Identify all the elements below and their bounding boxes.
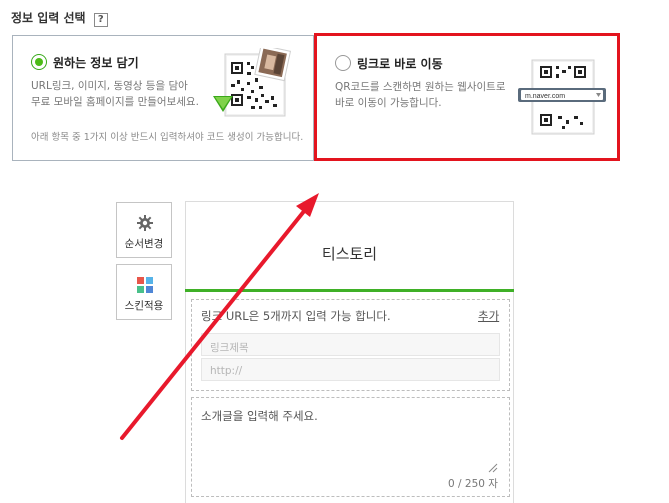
link-url-input[interactable]: http://	[201, 358, 500, 381]
qr-content-illustration	[213, 48, 293, 118]
resize-handle-icon[interactable]	[488, 463, 498, 473]
intro-textarea[interactable]: 소개글을 입력해 주세요. 0 / 250 자	[191, 397, 510, 497]
link-info-text: 링크 URL은 5개까지 입력 가능 합니다.	[201, 309, 391, 323]
char-counter: 0 / 250 자	[448, 478, 498, 490]
option-card-content[interactable]: 원하는 정보 담기 URL링크, 이미지, 동영상 등을 담아 무료 모바일 홈…	[12, 35, 314, 161]
gear-icon	[137, 215, 153, 231]
editor-title[interactable]: 티스토리	[186, 243, 513, 264]
link-input-box: 링크 URL은 5개까지 입력 가능 합니다. 추가 링크제목 http://	[191, 299, 510, 391]
skin-apply-label: 스킨적용	[124, 300, 164, 312]
radio-content-selected[interactable]	[31, 54, 47, 70]
option-title-content: 원하는 정보 담기	[53, 56, 139, 70]
option-desc-line: URL링크, 이미지, 동영상 등을 담아	[31, 80, 188, 92]
section-title-text: 정보 입력 선택	[11, 11, 86, 25]
reorder-button[interactable]: 순서변경	[116, 202, 172, 258]
option-desc-content: URL링크, 이미지, 동영상 등을 담아 무료 모바일 홈페이지를 만들어보세…	[31, 78, 211, 110]
option-desc-line: 무료 모바일 홈페이지를 만들어보세요.	[31, 96, 199, 108]
skin-grid-icon	[137, 277, 153, 293]
help-icon[interactable]: ?	[93, 13, 108, 27]
reorder-label: 순서변경	[124, 238, 164, 250]
intro-placeholder: 소개글을 입력해 주세요.	[201, 409, 318, 423]
section-title: 정보 입력 선택 ?	[11, 9, 108, 27]
highlight-frame	[314, 33, 620, 161]
editor-divider	[185, 289, 514, 292]
add-link-button[interactable]: 추가	[478, 308, 499, 324]
skin-apply-button[interactable]: 스킨적용	[116, 264, 172, 320]
option-note: 아래 항목 중 1가지 이상 반드시 입력하셔야 코드 생성이 가능합니다.	[31, 132, 304, 143]
link-title-input[interactable]: 링크제목	[201, 333, 500, 356]
